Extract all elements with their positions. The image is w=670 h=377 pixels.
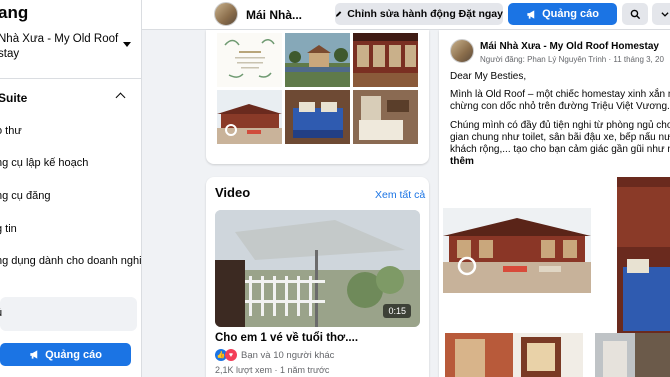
video-caption[interactable]: Cho em 1 vé về tuổi thơ.... (215, 332, 358, 344)
post-card: Mái Nhà Xưa - My Old Roof Homestay Người… (439, 30, 670, 377)
avatar[interactable] (214, 2, 238, 26)
love-reaction-icon: ♥ (225, 349, 237, 361)
chevron-up-icon[interactable] (115, 92, 126, 103)
post-text-line: gian chung như toilet, sân bãi đậu xe, b… (450, 132, 670, 143)
sidebar: ang Nhà Xưa - My Old Roof stay Suite o t… (0, 0, 142, 377)
post-avatar[interactable] (450, 39, 474, 63)
post-text-line: Mình là Old Roof – một chiếc homestay xi… (450, 89, 670, 100)
post-greeting: Dear My Besties, (450, 71, 527, 82)
search-icon (630, 9, 640, 19)
suite-header[interactable]: Suite (0, 91, 27, 105)
sidebar-item-messages[interactable]: g tin (0, 223, 17, 235)
topbar-ad-button-label: Quảng cáo (542, 8, 599, 20)
wooden-house-image (353, 33, 418, 87)
house-lake-image (285, 33, 350, 87)
sidebar-ad-button-label: Quảng cáo (45, 348, 102, 361)
edit-action-button[interactable]: Chỉnh sửa hành động Đặt ngay (335, 3, 503, 25)
divider (0, 78, 141, 79)
photo-thumbnail[interactable] (285, 33, 350, 87)
sidebar-item-selected-label: ủ (0, 307, 2, 319)
see-all-link[interactable]: Xem tất cả (375, 189, 425, 201)
post-meta: Người đăng: Phan Lý Nguyên Trinh · 11 th… (480, 55, 664, 64)
post-photo[interactable] (443, 208, 591, 293)
sidebar-item-planner[interactable]: ng cụ lập kế hoạch (0, 157, 88, 169)
top-bar: Mái Nhà... Chỉnh sửa hành động Đặt ngay … (142, 0, 670, 30)
video-section-title: Video (215, 185, 251, 200)
bedroom-image (285, 90, 350, 144)
post-page-name[interactable]: Mái Nhà Xưa - My Old Roof Homestay (480, 41, 659, 52)
sidebar-item-posting-tools[interactable]: ng cụ đăng (0, 190, 50, 202)
topbar-ad-button[interactable]: Quảng cáo (508, 3, 617, 25)
sidebar-ad-button[interactable]: Quảng cáo (0, 343, 131, 366)
interior-image (595, 333, 670, 377)
topbar-page-name[interactable]: Mái Nhà... (246, 8, 302, 22)
video-duration: 0:15 (383, 304, 411, 318)
courtyard-image (217, 90, 282, 144)
invitation-card-image (217, 33, 282, 87)
sidebar-item-business-apps[interactable]: ng dụng dành cho doanh nghiệp (0, 255, 141, 267)
video-reactions[interactable]: 👍 ♥ Bạn và 10 người khác (215, 349, 334, 361)
video-thumbnail[interactable]: 0:15 (215, 210, 420, 327)
photo-thumbnail[interactable] (285, 90, 350, 144)
sidebar-title: ang (0, 3, 29, 22)
photo-thumbnail[interactable] (217, 90, 282, 144)
post-photo[interactable] (617, 177, 670, 341)
search-button[interactable] (622, 3, 648, 25)
reactions-text: Bạn và 10 người khác (241, 349, 335, 361)
post-text-line: Chúng mình có đầy đủ tiện nghi từ phòng … (450, 120, 670, 131)
photo-thumbnail[interactable] (353, 90, 418, 144)
video-card: Video Xem tất cả 0:15 Cho em 1 vé về tuổ… (206, 177, 429, 377)
bedroom-tall-image (617, 177, 670, 341)
more-button[interactable] (652, 3, 670, 25)
see-more-link[interactable]: thêm (450, 156, 474, 169)
chevron-down-icon (661, 12, 669, 17)
sidebar-item-selected[interactable] (0, 297, 137, 331)
room-image (353, 90, 418, 144)
video-stats: 2,1K lượt xem · 1 năm trước (215, 365, 330, 375)
page: ang Nhà Xưa - My Old Roof stay Suite o t… (0, 0, 670, 377)
post-text-line: khách rộng,... tạo cho bạn cảm giác gần … (450, 144, 670, 155)
post-photo[interactable] (595, 333, 670, 377)
photos-card (206, 30, 429, 164)
megaphone-icon (30, 350, 38, 359)
window-image (513, 333, 583, 377)
post-text-line: chừng con dốc nhỏ trên đường Triệu Việt … (450, 101, 670, 112)
photo-thumbnail[interactable] (217, 33, 282, 87)
photo-thumbnail[interactable] (353, 33, 418, 87)
caret-down-icon[interactable] (123, 42, 131, 47)
edit-action-label: Chỉnh sửa hành động Đặt ngay (347, 8, 503, 20)
post-photo[interactable] (513, 333, 583, 377)
megaphone-icon (527, 9, 535, 19)
homestay-exterior-image (443, 208, 591, 293)
sidebar-item-inbox[interactable]: o thư (0, 125, 22, 137)
pencil-icon (335, 11, 342, 17)
page-switcher[interactable]: Nhà Xưa - My Old Roof stay (0, 32, 120, 62)
